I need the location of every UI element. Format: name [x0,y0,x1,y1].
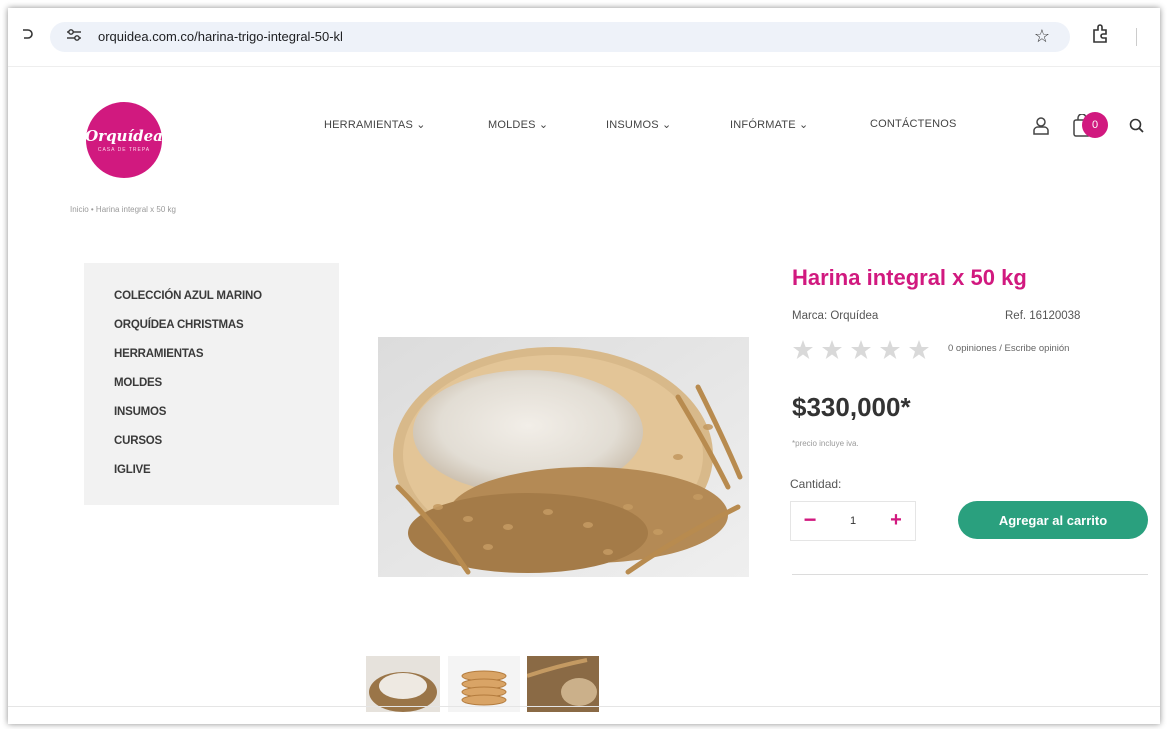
site-settings-icon[interactable] [66,28,82,45]
product-price: $330,000* [792,392,911,422]
bookmark-star-icon[interactable]: ☆ [1034,26,1050,47]
sidebar-item-orquidea-christmas[interactable]: ORQUÍDEA CHRISTMAS [114,318,262,347]
nav-item-herramientas[interactable]: HERRAMIENTAS ⌄ [324,118,426,131]
site-logo[interactable]: Orquídea CASA DE TREPA [85,102,163,178]
breadcrumb[interactable]: Inicio • Harina integral x 50 kg [70,205,176,214]
quantity-label: Cantidad: [790,477,842,491]
sidebar-item-insumos[interactable]: INSUMOS [114,405,262,434]
logo-subtitle: CASA DE TREPA [97,147,151,153]
quantity-input[interactable] [829,506,877,536]
product-thumbnail[interactable] [527,656,599,712]
user-icon[interactable] [1032,116,1050,136]
product-main-image[interactable] [378,337,749,577]
sidebar-item-iglive[interactable]: IGLIVE [114,463,262,492]
quantity-stepper: − + [790,501,916,541]
address-bar[interactable]: orquidea.com.co/harina-trigo-integral-50… [50,22,1070,52]
product-thumbnail[interactable] [366,656,440,712]
product-brand: Marca: Orquídea [792,310,879,322]
quantity-increase-button[interactable]: + [877,502,915,540]
price-note: *precio incluye iva. [792,439,859,448]
product-thumbnail[interactable] [448,656,520,712]
nav-item-insumos[interactable]: INSUMOS ⌄ [606,118,671,131]
reload-icon[interactable] [20,26,36,46]
category-sidebar: COLECCIÓN AZUL MARINO ORQUÍDEA CHRISTMAS… [84,263,339,505]
section-divider [792,574,1148,575]
toolbar-divider [1136,28,1137,46]
quantity-decrease-button[interactable]: − [791,502,829,540]
extensions-icon[interactable] [1090,24,1110,49]
nav-item-informate[interactable]: INFÓRMATE ⌄ [730,118,808,131]
sidebar-item-coleccion-azul-marino[interactable]: COLECCIÓN AZUL MARINO [114,289,262,318]
sidebar-item-cursos[interactable]: CURSOS [114,434,262,463]
nav-item-moldes[interactable]: MOLDES ⌄ [488,118,548,131]
nav-item-contactenos[interactable]: CONTÁCTENOS [870,118,957,130]
url-text[interactable]: orquidea.com.co/harina-trigo-integral-50… [98,29,343,44]
browser-toolbar: orquidea.com.co/harina-trigo-integral-50… [8,8,1160,67]
product-title: Harina integral x 50 kg [792,265,1027,290]
reviews-link[interactable]: 0 opiniones / Escribe opinión [948,343,1069,354]
search-icon[interactable] [1128,117,1146,135]
cart-count-badge[interactable]: 0 [1082,112,1108,138]
main-nav: HERRAMIENTAS ⌄ MOLDES ⌄ INSUMOS ⌄ INFÓRM… [8,118,1160,138]
rating-stars[interactable] [792,339,932,361]
sidebar-item-moldes[interactable]: MOLDES [114,376,262,405]
product-reference: Ref. 16120038 [1005,310,1081,322]
add-to-cart-button[interactable]: Agregar al carrito [958,501,1148,539]
sidebar-item-herramientas[interactable]: HERRAMIENTAS [114,347,262,376]
browser-window: orquidea.com.co/harina-trigo-integral-50… [8,8,1160,724]
bottom-divider [8,706,1160,707]
